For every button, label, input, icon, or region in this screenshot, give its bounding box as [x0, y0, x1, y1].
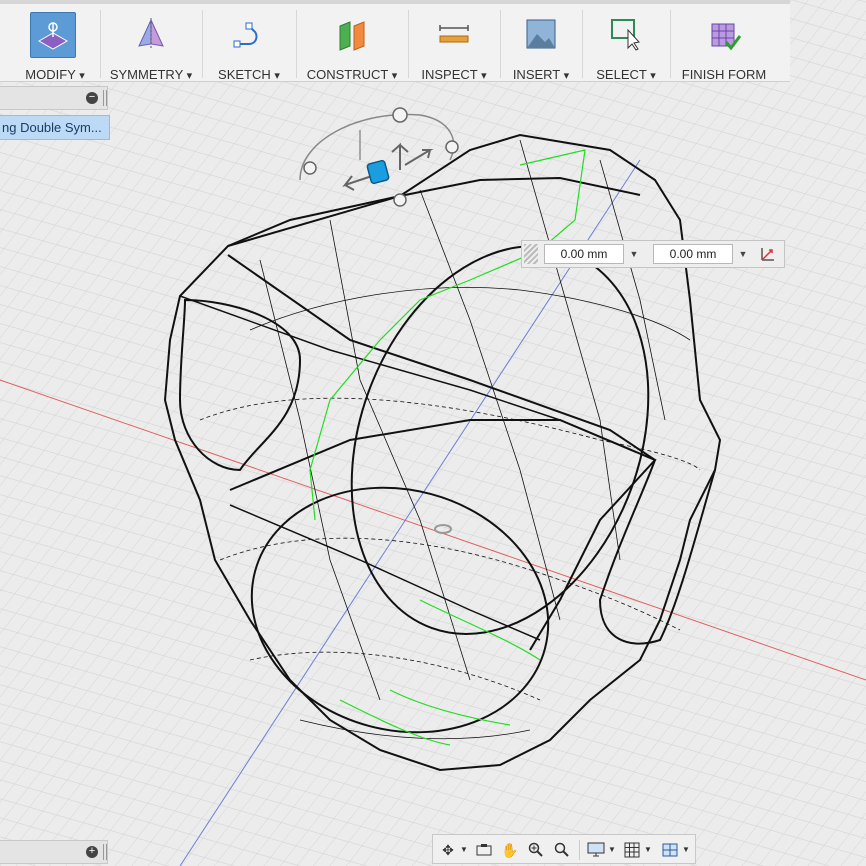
construct-menu[interactable]: CONSTRUCT ▾ [297, 8, 407, 82]
chevron-down-icon: ▾ [650, 70, 656, 82]
chevron-down-icon[interactable]: ▼ [459, 839, 469, 861]
canvas-viewport[interactable] [0, 0, 866, 866]
pivot-handle[interactable] [393, 193, 407, 207]
sketch-label: SKETCH [218, 67, 271, 82]
finish-form-icon [702, 12, 746, 56]
chevron-down-icon[interactable]: ▼ [681, 839, 691, 861]
symmetry-icon [129, 12, 173, 56]
construct-icon [330, 12, 374, 56]
viewports-icon[interactable] [659, 839, 681, 861]
inspect-icon [432, 12, 476, 56]
expand-button[interactable]: + [86, 846, 98, 858]
chevron-down-icon: ▾ [274, 70, 280, 82]
chevron-down-icon: ▾ [79, 70, 85, 82]
modify-menu[interactable]: MODIFY ▾ [0, 8, 100, 82]
dropdown-arrow-icon[interactable]: ▼ [735, 244, 751, 264]
grid-icon[interactable] [621, 839, 643, 861]
dimension-input-1[interactable]: 0.00 mm [544, 244, 624, 264]
modify-icon [30, 12, 76, 58]
chevron-down-icon[interactable]: ▼ [643, 839, 653, 861]
select-menu[interactable]: SELECT ▾ [583, 8, 669, 82]
zoom-icon[interactable] [525, 839, 547, 861]
rotate-handle[interactable] [392, 107, 408, 123]
modify-label: MODIFY [25, 67, 76, 82]
ground-grid [0, 0, 866, 866]
display-settings-icon[interactable] [585, 839, 607, 861]
inspect-label: INSPECT [421, 67, 478, 82]
navigation-bar: ✥ ▼ ✋ ▼ ▼ ▼ [432, 834, 696, 864]
rotate-handle[interactable] [303, 161, 317, 175]
construct-label: CONSTRUCT [306, 67, 389, 82]
select-icon [604, 12, 648, 56]
dropdown-arrow-icon[interactable]: ▼ [626, 244, 642, 264]
chevron-down-icon: ▾ [563, 70, 570, 82]
collapse-button[interactable]: − [86, 92, 98, 104]
browser-item-symmetry[interactable]: ng Double Sym... [0, 115, 110, 140]
symmetry-label: SYMMETRY [109, 67, 184, 82]
sketch-icon [227, 12, 271, 56]
inspect-menu[interactable]: INSPECT ▾ [409, 8, 499, 82]
browser-panel-header: − [0, 86, 108, 110]
chevron-down-icon: ▾ [186, 70, 193, 82]
pan-icon[interactable]: ✋ [499, 839, 521, 861]
comments-panel-header: + [0, 840, 108, 864]
chevron-down-icon[interactable]: ▼ [607, 839, 617, 861]
dimension-input-box: 0.00 mm ▼ 0.00 mm ▼ [521, 240, 785, 268]
dimension-input-2[interactable]: 0.00 mm [653, 244, 733, 264]
select-label: SELECT [596, 67, 647, 82]
insert-icon [519, 12, 563, 56]
sketch-menu[interactable]: SKETCH ▾ [203, 8, 295, 82]
finish-form-button[interactable]: FINISH FORM [671, 8, 777, 82]
coordinate-system-icon[interactable] [758, 244, 778, 264]
drag-grip-icon[interactable] [524, 244, 538, 264]
panel-grip-icon[interactable] [103, 844, 107, 860]
insert-label: INSERT [512, 67, 561, 82]
finish-form-label: FINISH FORM [681, 67, 767, 82]
insert-menu[interactable]: INSERT ▾ [501, 8, 581, 82]
chevron-down-icon: ▾ [481, 70, 487, 82]
fit-icon[interactable] [551, 839, 573, 861]
chevron-down-icon: ▾ [391, 70, 398, 82]
look-at-icon[interactable] [473, 839, 495, 861]
nav-divider [579, 840, 580, 860]
orbit-icon[interactable]: ✥ [437, 839, 459, 861]
toolbar: MODIFY ▾ SYMMETRY ▾ SKETCH ▾ CONSTRUCT ▾… [0, 0, 790, 82]
symmetry-menu[interactable]: SYMMETRY ▾ [101, 8, 201, 82]
panel-grip-icon[interactable] [103, 90, 107, 106]
rotate-handle[interactable] [445, 140, 459, 154]
